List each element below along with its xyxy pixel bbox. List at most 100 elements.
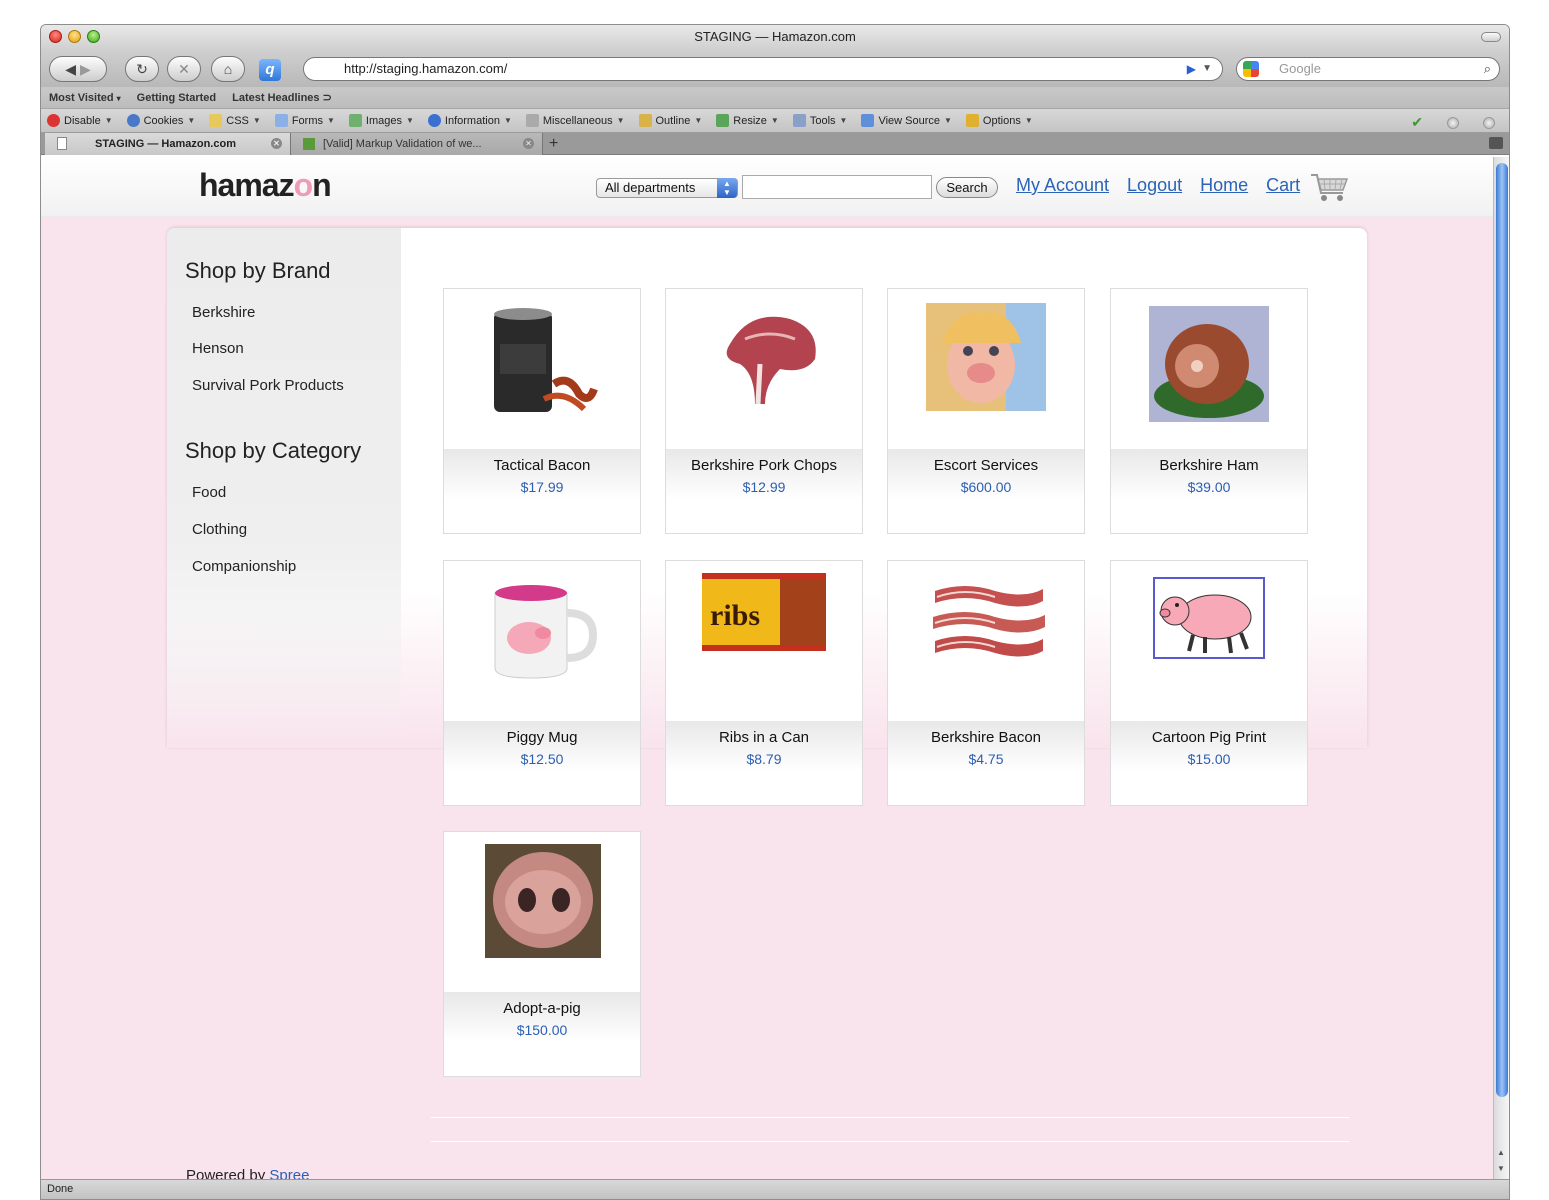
site-logo[interactable]: hamazon — [199, 167, 332, 204]
new-tab-button[interactable]: + — [549, 133, 558, 155]
reload-button[interactable]: ↻ — [125, 56, 159, 82]
category-link-food[interactable]: Food — [192, 484, 226, 501]
product-image[interactable] — [444, 561, 640, 721]
product-image[interactable] — [1111, 561, 1307, 721]
wd-miscellaneous[interactable]: Miscellaneous ▼ — [525, 114, 625, 127]
bookmark-latest-headlines[interactable]: Latest Headlines ⊃ — [232, 91, 332, 104]
product-image[interactable]: ribs — [666, 561, 862, 721]
brand-link-survival-pork[interactable]: Survival Pork Products — [192, 377, 344, 394]
product-image[interactable] — [444, 832, 640, 992]
content-divider — [431, 1141, 1349, 1142]
product-image[interactable] — [1111, 289, 1307, 449]
cart-link[interactable]: Cart — [1266, 175, 1300, 196]
pig-face-icon: o — [293, 167, 314, 203]
wd-information[interactable]: Information ▼ — [427, 114, 512, 127]
product-image[interactable] — [888, 289, 1084, 449]
css-status-icon[interactable] — [1447, 116, 1459, 129]
quix-icon[interactable]: q — [259, 59, 281, 81]
product-name[interactable]: Escort Services — [888, 457, 1084, 474]
magnifier-icon[interactable]: ⌕ — [1484, 58, 1491, 80]
close-window-button[interactable] — [49, 30, 62, 43]
stop-button[interactable]: ✕ — [167, 56, 201, 82]
tools-icon — [792, 114, 806, 127]
product-info: Piggy Mug $12.50 — [444, 721, 640, 805]
forward-icon[interactable]: ▶ — [80, 61, 91, 78]
product-name[interactable]: Berkshire Pork Chops — [666, 457, 862, 474]
back-icon[interactable]: ◀ — [65, 61, 76, 78]
product-card[interactable]: Berkshire Pork Chops $12.99 — [665, 288, 863, 534]
wd-options[interactable]: Options ▼ — [965, 114, 1033, 127]
validation-check-icon[interactable]: ✔ — [1411, 114, 1423, 131]
tab-list-icon[interactable] — [1489, 137, 1503, 149]
zoom-window-button[interactable] — [87, 30, 100, 43]
wd-images[interactable]: Images ▼ — [348, 114, 414, 127]
status-bar: Done — [41, 1179, 1509, 1199]
cookies-icon — [126, 114, 140, 127]
shopping-cart-icon[interactable] — [1309, 171, 1349, 203]
tab-close-icon[interactable]: ✕ — [523, 138, 534, 149]
product-card[interactable]: Piggy Mug $12.50 — [443, 560, 641, 806]
wd-forms[interactable]: Forms ▼ — [274, 114, 335, 127]
wd-css[interactable]: CSS ▼ — [209, 114, 261, 127]
brand-link-berkshire[interactable]: Berkshire — [192, 304, 255, 321]
product-card[interactable]: ribs Ribs in a Can $8.79 — [665, 560, 863, 806]
product-image[interactable] — [666, 289, 862, 449]
wd-outline[interactable]: Outline ▼ — [638, 114, 702, 127]
bookmark-getting-started[interactable]: Getting Started — [137, 92, 216, 104]
product-card[interactable]: Escort Services $600.00 — [887, 288, 1085, 534]
wd-view-source[interactable]: View Source ▼ — [861, 114, 952, 127]
product-name[interactable]: Berkshire Bacon — [888, 729, 1084, 746]
product-name[interactable]: Cartoon Pig Print — [1111, 729, 1307, 746]
ribs-label: ribs — [710, 599, 760, 632]
go-icon[interactable]: ▶ — [1187, 58, 1196, 80]
product-name[interactable]: Berkshire Ham — [1111, 457, 1307, 474]
product-image[interactable] — [888, 561, 1084, 721]
product-card[interactable]: Tactical Bacon $17.99 — [443, 288, 641, 534]
product-name[interactable]: Ribs in a Can — [666, 729, 862, 746]
bookmark-most-visited[interactable]: Most Visited ▾ — [49, 92, 121, 104]
minimize-window-button[interactable] — [68, 30, 81, 43]
search-button[interactable]: Search — [936, 177, 998, 198]
wd-tools[interactable]: Tools ▼ — [792, 114, 847, 127]
logout-link[interactable]: Logout — [1127, 175, 1182, 196]
brand-link-henson[interactable]: Henson — [192, 340, 244, 357]
product-image[interactable] — [444, 289, 640, 449]
images-icon — [348, 114, 362, 127]
scroll-down-icon[interactable]: ▼ — [1497, 1164, 1505, 1173]
home-link[interactable]: Home — [1200, 175, 1248, 196]
my-account-link[interactable]: My Account — [1016, 175, 1109, 196]
js-status-icon[interactable] — [1483, 116, 1495, 129]
wd-cookies[interactable]: Cookies ▼ — [126, 114, 195, 127]
scroll-up-icon[interactable]: ▲ — [1497, 1148, 1505, 1157]
product-name[interactable]: Tactical Bacon — [444, 457, 640, 474]
category-link-clothing[interactable]: Clothing — [192, 521, 247, 538]
tab-close-icon[interactable]: ✕ — [271, 138, 282, 149]
berkshire-bacon-image — [933, 586, 1045, 657]
tab-staging[interactable]: STAGING — Hamazon.com ✕ — [45, 133, 291, 155]
product-card[interactable]: Cartoon Pig Print $15.00 — [1110, 560, 1308, 806]
toolbar-toggle-button[interactable] — [1481, 32, 1501, 42]
back-forward-button[interactable]: ◀ ▶ — [49, 56, 107, 82]
validator-icon — [303, 138, 315, 150]
wd-resize[interactable]: Resize ▼ — [716, 114, 779, 127]
history-dropdown-icon[interactable]: ▼ — [1202, 58, 1212, 80]
piggy-mug-image — [481, 573, 603, 689]
product-name[interactable]: Piggy Mug — [444, 729, 640, 746]
search-bar[interactable]: Google ⌕ — [1236, 57, 1500, 81]
address-bar[interactable]: http://staging.hamazon.com/ ▶ ▼ — [303, 57, 1223, 81]
product-card[interactable]: Berkshire Ham $39.00 — [1110, 288, 1308, 534]
product-card[interactable]: Adopt-a-pig $150.00 — [443, 831, 641, 1077]
product-name[interactable]: Adopt-a-pig — [444, 1000, 640, 1017]
tab-validation[interactable]: [Valid] Markup Validation of we... ✕ — [291, 133, 543, 155]
home-button[interactable]: ⌂ — [211, 56, 245, 82]
url-text[interactable]: http://staging.hamazon.com/ — [344, 61, 507, 76]
search-input[interactable] — [742, 175, 932, 199]
department-select[interactable]: All departments ▲ ▼ — [596, 178, 738, 198]
product-card[interactable]: Berkshire Bacon $4.75 — [887, 560, 1085, 806]
category-link-companionship[interactable]: Companionship — [192, 558, 296, 575]
sidebar: Shop by Brand Berkshire Henson Survival … — [167, 228, 401, 748]
google-icon[interactable] — [1243, 61, 1259, 77]
wd-disable[interactable]: Disable ▼ — [47, 114, 113, 127]
vertical-scrollbar[interactable]: ▲ ▼ — [1493, 157, 1509, 1181]
scrollbar-thumb[interactable] — [1496, 163, 1508, 1097]
